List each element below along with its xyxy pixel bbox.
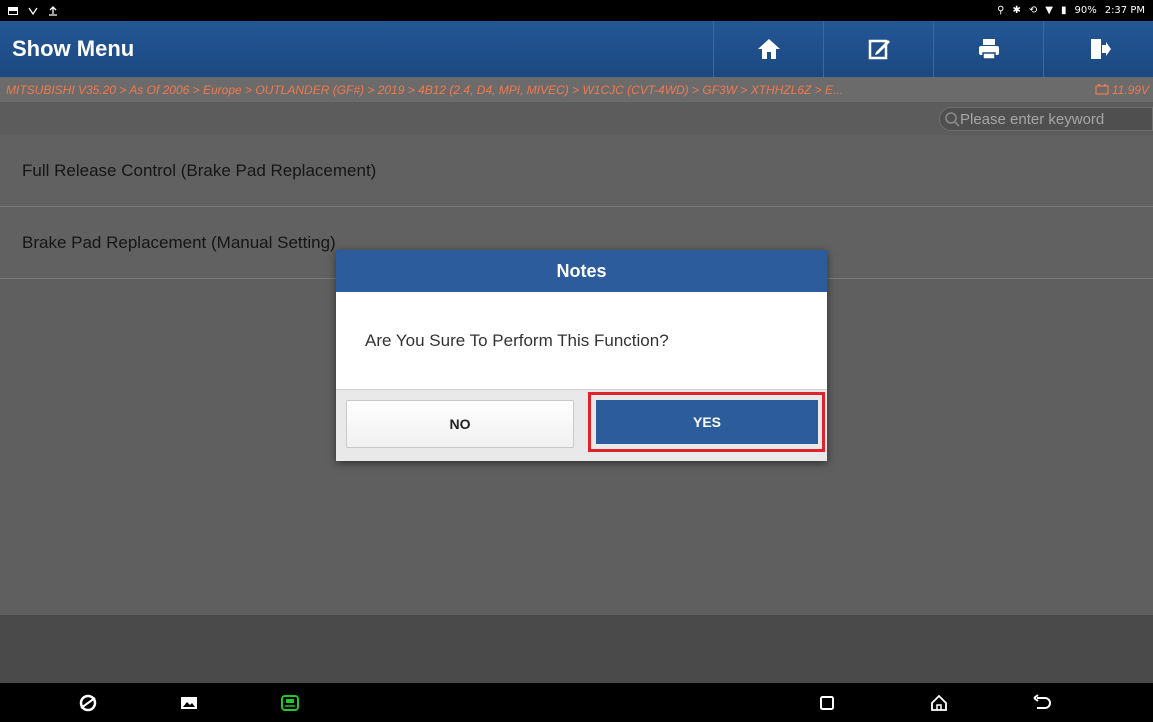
screenshot-button[interactable] <box>178 692 200 714</box>
no-button[interactable]: NO <box>346 400 574 448</box>
page-title: Show Menu <box>12 36 135 61</box>
bottom-toolbar <box>0 615 1153 683</box>
app-header: Show Menu <box>0 21 1153 77</box>
voltage-value: 11.99V <box>1111 82 1149 97</box>
print-button[interactable] <box>933 21 1043 77</box>
location-icon: ⚲ <box>997 5 1005 16</box>
status-bar: ⚲ ✱ ⟲ ▼ ▮ 90% 2:37 PM <box>0 0 1153 21</box>
search-icon <box>945 112 960 127</box>
browser-button[interactable] <box>77 692 99 714</box>
edit-icon <box>868 39 890 60</box>
menu-item-label: Brake Pad Replacement (Manual Setting) <box>22 232 336 252</box>
home-icon <box>931 694 947 711</box>
nav-home-button[interactable] <box>928 692 950 714</box>
print-icon <box>978 39 999 60</box>
back-icon <box>1033 694 1051 709</box>
recents-icon <box>820 696 834 710</box>
confirm-dialog: Notes Are You Sure To Perform This Funct… <box>336 250 827 461</box>
vci-button[interactable] <box>279 692 301 714</box>
battery-voltage-icon <box>1095 84 1109 95</box>
exit-icon <box>1090 39 1111 59</box>
vci-icon <box>281 695 299 711</box>
back-button[interactable] <box>1031 692 1053 714</box>
search-row <box>0 102 1153 135</box>
dialog-title: Notes <box>336 250 827 292</box>
voltage-indicator: 11.99V <box>1095 83 1153 97</box>
battery-icon: ▮ <box>1060 5 1067 16</box>
dialog-buttons: NO YES <box>336 390 827 461</box>
android-nav-bar <box>0 683 1153 722</box>
home-button[interactable] <box>713 21 823 77</box>
menu-item-label: Full Release Control (Brake Pad Replacem… <box>22 160 377 180</box>
bluetooth-icon: ✱ <box>1012 5 1021 16</box>
screenshot-icon <box>181 697 197 709</box>
menu-item-full-release-control[interactable]: Full Release Control (Brake Pad Replacem… <box>0 135 1153 207</box>
search-input[interactable] <box>960 110 1150 128</box>
dialog-message: Are You Sure To Perform This Function? <box>336 292 827 390</box>
breadcrumb-path: MITSUBISHI V35.20 > As Of 2006 > Europe … <box>6 82 844 97</box>
gallery-icon <box>8 6 18 16</box>
yes-button[interactable]: YES <box>596 400 818 444</box>
home-icon <box>757 39 780 59</box>
recents-button[interactable] <box>816 692 838 714</box>
edit-button[interactable] <box>823 21 933 77</box>
usb-icon <box>28 6 38 16</box>
clock: 2:37 PM <box>1104 5 1145 16</box>
browser-icon <box>79 694 97 712</box>
upload-icon <box>48 5 58 16</box>
wifi-icon: ▼ <box>1045 5 1053 16</box>
search-box[interactable] <box>939 107 1153 131</box>
sync-icon: ⟲ <box>1028 5 1038 16</box>
battery-percent: 90% <box>1074 5 1097 16</box>
exit-button[interactable] <box>1043 21 1153 77</box>
breadcrumb: MITSUBISHI V35.20 > As Of 2006 > Europe … <box>0 77 1153 102</box>
yes-button-highlight: YES <box>588 392 825 452</box>
